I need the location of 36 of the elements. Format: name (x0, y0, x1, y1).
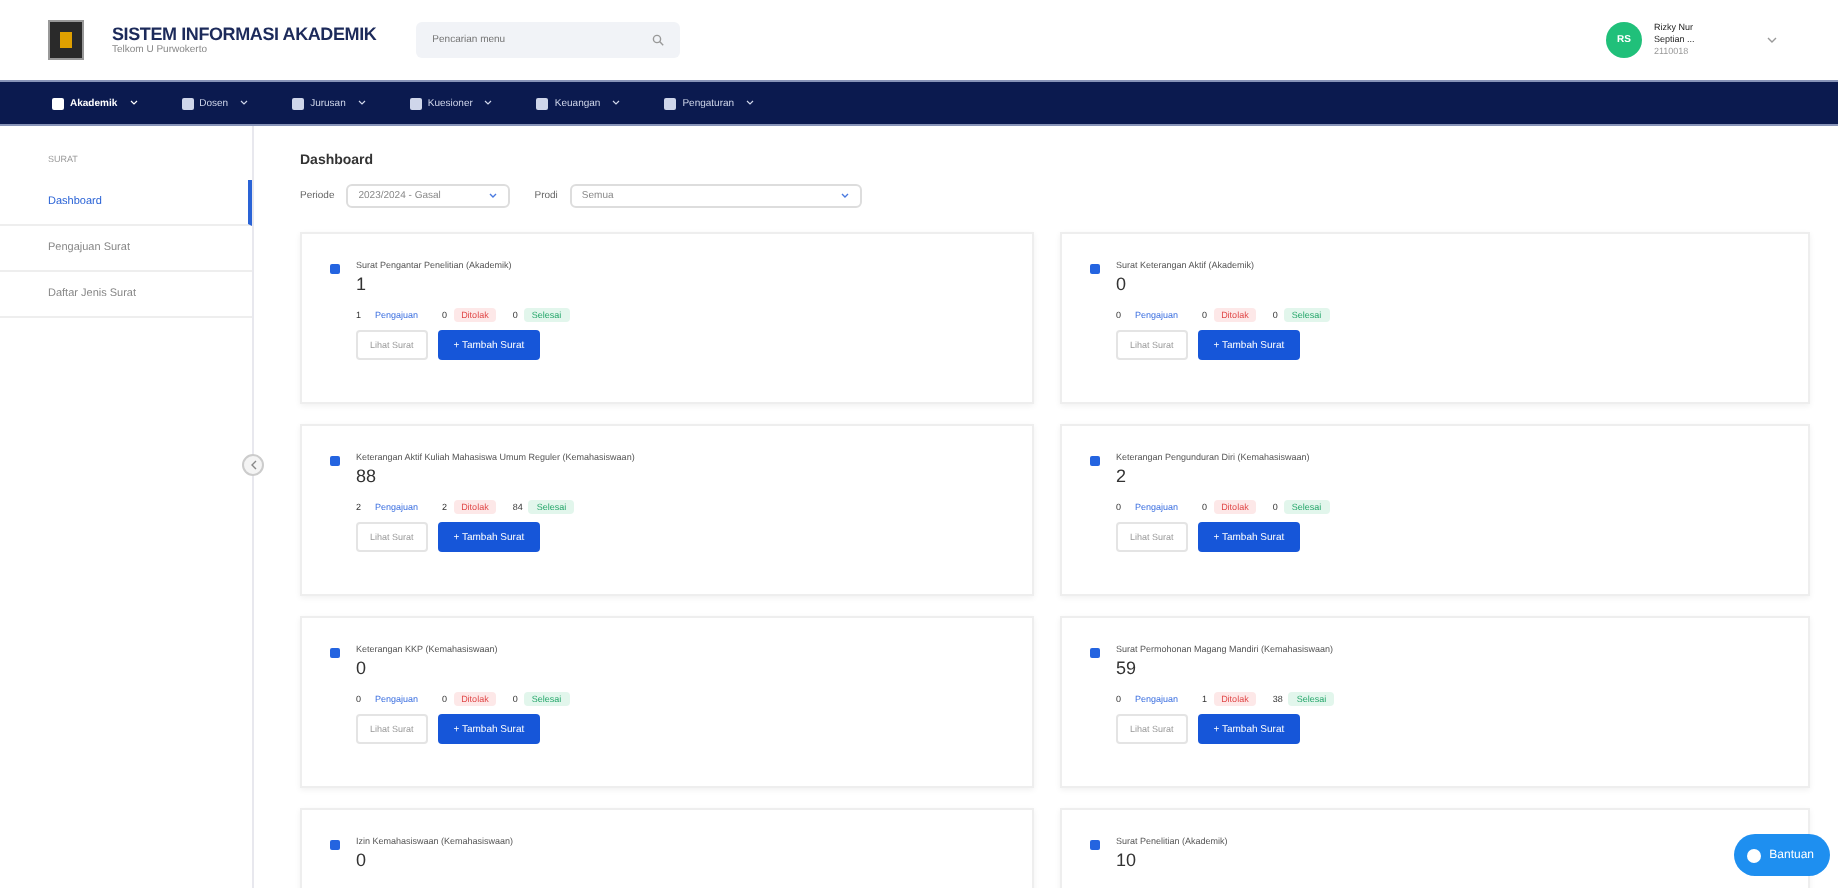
menu-item-icon (52, 97, 64, 109)
chevron-down-icon[interactable] (1766, 36, 1778, 44)
card-count: 88 (356, 466, 379, 486)
search-icon (652, 34, 665, 46)
collapse-button[interactable] (242, 454, 264, 476)
square-icon (330, 456, 340, 466)
square-icon (330, 648, 340, 658)
square-icon (1090, 840, 1100, 850)
menu-item-icon (181, 97, 194, 109)
card-count: 1 (356, 274, 369, 294)
square-icon (1090, 648, 1100, 658)
menu-item-icon (536, 97, 549, 109)
card-count: 0 (356, 850, 369, 870)
chevron-left-icon (249, 460, 257, 470)
chevron-down-icon (484, 100, 493, 106)
card-count: 0 (356, 658, 369, 678)
menu-item-icon (292, 97, 305, 109)
chevron-down-icon (240, 100, 249, 106)
menu-item-icon (409, 97, 422, 109)
square-icon (330, 264, 340, 274)
card-count: 10 (1116, 850, 1139, 870)
app-title: SISTEM INFORMASI AKADEMIK (112, 24, 377, 44)
chevron-down-icon (746, 100, 755, 106)
card-count: 0 (1116, 274, 1129, 294)
chevron-down-icon (357, 100, 366, 106)
card-count: 2 (1116, 466, 1129, 486)
card-count: 59 (1116, 658, 1139, 678)
menu-item-icon (664, 97, 677, 109)
chevron-down-icon (612, 100, 621, 106)
logo-icon (48, 20, 84, 60)
chevron-down-icon (488, 192, 499, 200)
square-icon (330, 840, 340, 850)
chevron-down-icon (839, 192, 850, 200)
square-icon (1090, 456, 1100, 466)
square-icon (1090, 264, 1100, 274)
chevron-down-icon (129, 100, 138, 106)
